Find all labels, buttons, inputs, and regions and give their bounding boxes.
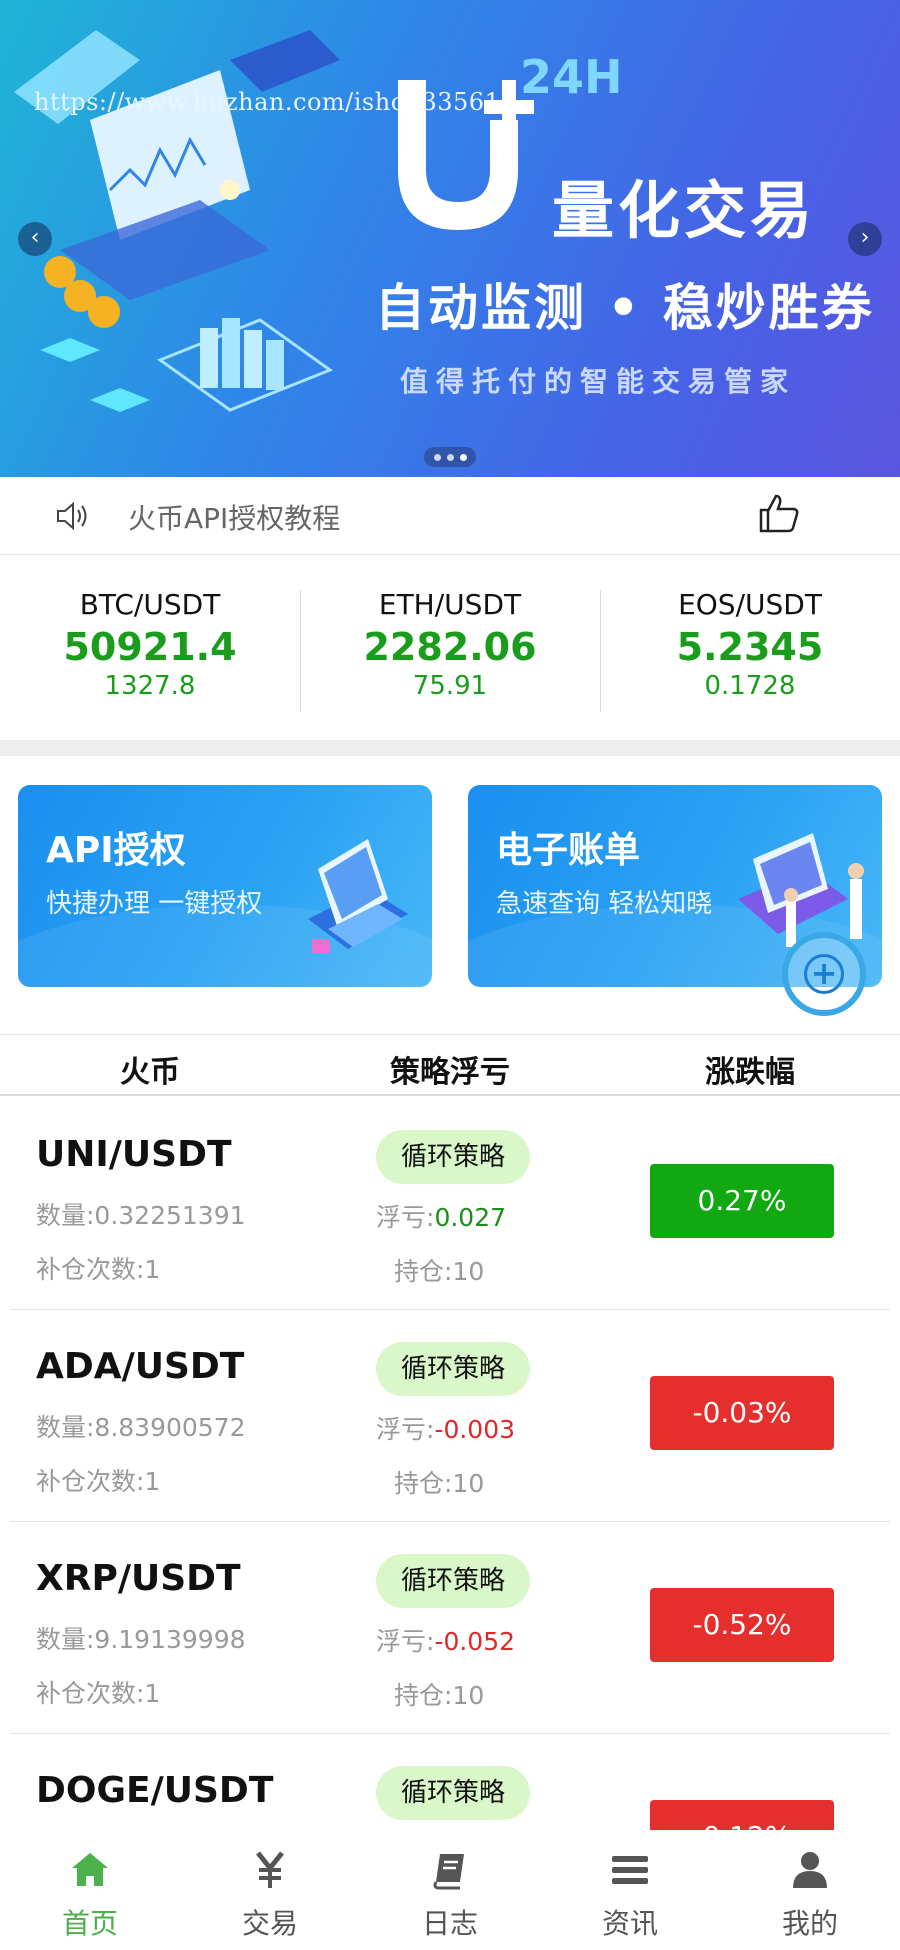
column-header-strategy-pnl[interactable]: 策略浮亏 [300,1047,600,1091]
row-pnl: 浮亏:0.027 [376,1198,506,1234]
pnl-value: -0.052 [434,1627,516,1656]
ticker-price: 5.2345 [676,625,824,669]
pnl-value: -0.003 [434,1415,516,1444]
row-symbol: XRP/USDT [36,1558,241,1599]
nav-trade[interactable]: 交易 [180,1830,360,1950]
pnl-value: 0.027 [434,1203,507,1232]
ticker-change: 75.91 [412,671,488,701]
row-add-count: 补仓次数:1 [36,1467,161,1496]
nav-home[interactable]: 首页 [0,1830,180,1950]
ticker-price: 50921.4 [63,625,237,669]
row-add-count: 补仓次数:1 [36,1255,161,1284]
banner-title: 量化交易 [552,174,817,247]
ticker-btc[interactable]: BTC/USDT 50921.4 1327.8 [0,582,300,708]
user-icon [793,1852,827,1888]
card-title: 电子账单 [496,830,641,871]
table-row[interactable]: DOGE/USDT 循环策略 -0.12% [0,1734,900,1830]
nav-label: 资讯 [601,1907,658,1940]
ticker-eos[interactable]: EOS/USDT 5.2345 0.1728 [600,582,900,712]
ticker-pair: BTC/USDT [79,588,221,621]
pnl-label: 浮亏: [376,1203,435,1232]
u-plus-logo [398,80,534,230]
nav-label: 我的 [781,1907,838,1940]
change-badge[interactable]: -0.03% [650,1376,834,1450]
banner-pagination[interactable] [424,447,476,467]
banner-next-button[interactable]: › [848,222,882,256]
row-symbol: DOGE/USDT [36,1770,274,1811]
plus-icon: + [804,954,844,994]
pagination-dot-active[interactable] [459,453,467,461]
pagination-dot[interactable] [446,453,454,461]
card-subtitle: 快捷办理 一键授权 [46,889,263,919]
bottom-nav: 首页 交易 日志 资讯 我的 [0,1830,900,1950]
ticker-change: 1327.8 [104,671,196,701]
ticker-strip: BTC/USDT 50921.4 1327.8 ETH/USDT 2282.06… [0,556,900,740]
row-position: 持仓:10 [394,1257,485,1286]
ticker-pair: ETH/USDT [378,588,522,621]
table-row[interactable]: ADA/USDT 数量:8.83900572 补仓次数:1 循环策略 浮亏:-0… [0,1310,900,1522]
row-quantity: 数量:0.32251391 [36,1201,246,1230]
strategy-tag[interactable]: 循环策略 [376,1130,530,1184]
row-symbol: UNI/USDT [36,1134,232,1175]
menu-lines-icon [612,1856,648,1884]
table-header: 火币 策略浮亏 涨跌幅 [0,1034,900,1096]
change-badge[interactable]: -0.12% [650,1800,834,1830]
change-badge[interactable]: -0.52% [650,1588,834,1662]
pnl-label: 浮亏: [376,1415,435,1444]
row-add-count: 补仓次数:1 [36,1679,161,1708]
nav-label: 交易 [241,1907,298,1940]
yen-icon [256,1851,284,1888]
card-title: API授权 [46,830,186,871]
nav-log[interactable]: 日志 [360,1830,540,1950]
banner-headline: 自动监测 • 稳炒胜券 [375,279,875,337]
banner-tagline: 值得托付的智能交易管家 [400,365,797,398]
nav-news[interactable]: 资讯 [540,1830,720,1950]
row-pnl: 浮亏:-0.052 [376,1622,515,1658]
api-auth-card[interactable]: API授权 快捷办理 一键授权 [18,785,432,987]
ticker-pair: EOS/USDT [678,588,822,621]
laptop-illustration [308,839,408,953]
column-header-change[interactable]: 涨跌幅 [600,1047,900,1091]
book-icon [433,1854,464,1890]
thumbs-up-icon[interactable] [758,493,800,533]
nav-label: 首页 [61,1907,118,1940]
pnl-label: 浮亏: [376,1627,435,1656]
row-pnl: 浮亏:-0.003 [376,1410,515,1446]
promo-banner[interactable]: https://www.huzhan.com/ishop33561 24H 量化… [0,0,900,477]
strategy-tag[interactable]: 循环策略 [376,1766,530,1820]
notice-text[interactable]: 火币API授权教程 [128,497,340,537]
notice-bar[interactable]: 火币API授权教程 [0,477,900,555]
row-quantity: 数量:8.83900572 [36,1413,246,1442]
row-position: 持仓:10 [394,1469,485,1498]
change-badge[interactable]: 0.27% [650,1164,834,1238]
row-symbol: ADA/USDT [36,1346,245,1387]
column-header-coin[interactable]: 火币 [0,1047,300,1091]
ticker-price: 2282.06 [363,625,537,669]
speaker-icon [57,501,87,531]
strategy-tag[interactable]: 循环策略 [376,1342,530,1396]
add-floating-button[interactable]: + [782,932,866,1016]
banner-prev-button[interactable]: ‹ [18,222,52,256]
ticker-change: 0.1728 [704,671,796,701]
row-position: 持仓:10 [394,1681,485,1710]
pagination-dot[interactable] [433,453,441,461]
row-quantity: 数量:9.19139998 [36,1625,246,1654]
table-row[interactable]: UNI/USDT 数量:0.32251391 补仓次数:1 循环策略 浮亏:0.… [0,1098,900,1310]
ticker-eth[interactable]: ETH/USDT 2282.06 75.91 [300,582,600,712]
table-row[interactable]: XRP/USDT 数量:9.19139998 补仓次数:1 循环策略 浮亏:-0… [0,1522,900,1734]
nav-label: 日志 [421,1907,478,1940]
section-divider [0,740,900,756]
strategy-list[interactable]: UNI/USDT 数量:0.32251391 补仓次数:1 循环策略 浮亏:0.… [0,1098,900,1830]
banner-illustration [14,30,340,412]
home-icon [72,1853,108,1886]
banner-badge: 24H [520,50,623,104]
card-subtitle: 急速查询 轻松知晓 [496,889,713,919]
strategy-tag[interactable]: 循环策略 [376,1554,530,1608]
nav-mine[interactable]: 我的 [720,1830,900,1950]
